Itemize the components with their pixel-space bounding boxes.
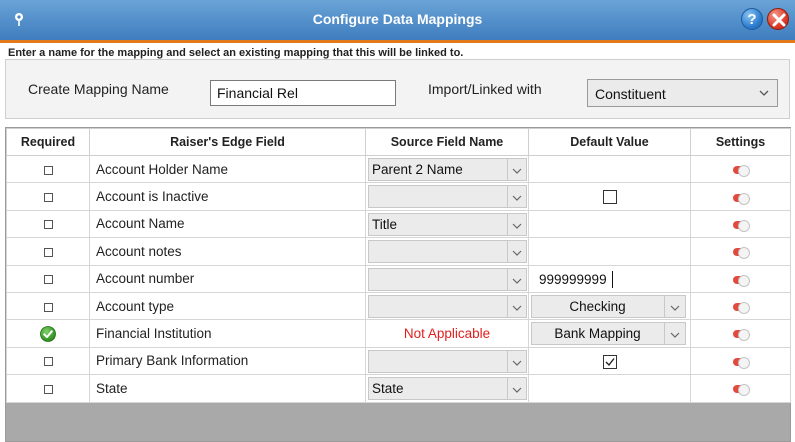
import-linked-label: Import/Linked with bbox=[428, 81, 542, 97]
table-row: Account Holder Name Parent 2 Name bbox=[6, 154, 791, 184]
required-checkbox[interactable] bbox=[43, 220, 53, 230]
settings-toggle-icon[interactable] bbox=[732, 356, 750, 369]
import-linked-select[interactable]: Constituent bbox=[587, 79, 778, 107]
chevron-down-icon bbox=[512, 305, 522, 311]
chevron-down-icon bbox=[670, 332, 680, 339]
header-row: Required Raiser's Edge Field Source Fiel… bbox=[6, 128, 791, 156]
table-row: Account is Inactive bbox=[6, 182, 791, 211]
required-checkbox[interactable] bbox=[43, 357, 53, 367]
col-header-source-field[interactable]: Source Field Name bbox=[365, 128, 529, 156]
default-value-cell[interactable] bbox=[528, 237, 691, 266]
chevron-down-icon bbox=[512, 168, 522, 174]
default-value-text: 999999999 bbox=[539, 271, 607, 287]
settings-toggle-icon[interactable] bbox=[732, 384, 750, 397]
source-field-select[interactable] bbox=[368, 349, 527, 373]
import-linked-value: Constituent bbox=[595, 86, 666, 102]
required-checkbox[interactable] bbox=[43, 193, 53, 203]
settings-toggle-icon[interactable] bbox=[732, 165, 750, 178]
default-value-text: Bank Mapping bbox=[554, 326, 641, 342]
table-row: Account Name Title bbox=[6, 209, 791, 239]
not-applicable-text: Not Applicable bbox=[365, 319, 529, 348]
default-value-text: Checking bbox=[569, 298, 626, 314]
source-field-select[interactable] bbox=[368, 267, 527, 291]
default-value-checkbox[interactable] bbox=[602, 354, 617, 369]
default-value-select[interactable]: Bank Mapping bbox=[531, 322, 686, 346]
settings-toggle-icon[interactable] bbox=[732, 247, 750, 260]
re-field-name: Financial Institution bbox=[89, 319, 366, 348]
window-title: Configure Data Mappings bbox=[312, 11, 483, 27]
required-checkbox[interactable] bbox=[43, 247, 53, 257]
table-row: Primary Bank Information bbox=[6, 346, 791, 376]
chevron-down-icon bbox=[759, 90, 769, 96]
required-checkbox[interactable] bbox=[43, 302, 53, 312]
re-field-name: Account number bbox=[89, 264, 366, 293]
source-field-select[interactable] bbox=[368, 185, 527, 209]
checkmark-icon bbox=[605, 357, 615, 366]
accent-divider bbox=[0, 40, 795, 43]
table-row: State State bbox=[6, 374, 791, 403]
source-field-select[interactable]: State bbox=[368, 377, 527, 401]
mapping-name-label: Create Mapping Name bbox=[28, 81, 169, 97]
source-field-value: State bbox=[372, 381, 404, 397]
table-row: Financial Institution Not Applicable Ban… bbox=[6, 319, 791, 348]
text-caret bbox=[612, 270, 613, 288]
title-bar: Configure Data Mappings ? bbox=[0, 0, 795, 40]
col-header-required[interactable]: Required bbox=[6, 128, 90, 156]
source-field-select[interactable] bbox=[368, 240, 527, 264]
re-field-name: Account notes bbox=[89, 237, 366, 266]
chevron-down-icon bbox=[512, 195, 522, 202]
re-field-name: Account type bbox=[89, 291, 366, 321]
re-field-name: State bbox=[89, 374, 366, 403]
source-field-select[interactable]: Parent 2 Name bbox=[368, 158, 527, 181]
table-row: Account type Checking bbox=[6, 291, 791, 321]
chevron-down-icon bbox=[670, 305, 680, 311]
mapping-grid: Required Raiser's Edge Field Source Fiel… bbox=[5, 127, 791, 442]
source-field-select[interactable]: Title bbox=[368, 212, 527, 236]
source-field-select[interactable] bbox=[368, 294, 527, 318]
chevron-down-icon bbox=[512, 360, 522, 366]
col-header-default-value[interactable]: Default Value bbox=[528, 128, 691, 156]
default-value-cell[interactable] bbox=[528, 374, 691, 403]
chevron-down-icon bbox=[512, 387, 522, 393]
chevron-down-icon bbox=[512, 223, 522, 229]
re-field-name: Account Holder Name bbox=[89, 154, 366, 184]
required-check-icon bbox=[40, 325, 56, 342]
instructions-text: Enter a name for the mapping and select … bbox=[8, 47, 464, 59]
close-icon bbox=[772, 13, 786, 27]
re-field-name: Account Name bbox=[89, 209, 366, 239]
chevron-down-icon bbox=[512, 250, 522, 257]
col-header-settings[interactable]: Settings bbox=[690, 128, 791, 156]
required-checkbox[interactable] bbox=[43, 165, 53, 175]
mapping-table: Required Raiser's Edge Field Source Fiel… bbox=[6, 128, 791, 403]
required-checkbox[interactable] bbox=[43, 275, 53, 285]
default-value-checkbox[interactable] bbox=[602, 190, 617, 205]
settings-toggle-icon[interactable] bbox=[732, 274, 750, 287]
col-header-re-field[interactable]: Raiser's Edge Field bbox=[89, 128, 366, 156]
help-button[interactable]: ? bbox=[741, 8, 763, 30]
chevron-down-icon bbox=[512, 278, 522, 284]
settings-toggle-icon[interactable] bbox=[732, 329, 750, 342]
settings-toggle-icon[interactable] bbox=[732, 302, 750, 315]
default-value-cell[interactable] bbox=[528, 209, 691, 239]
settings-toggle-icon[interactable] bbox=[732, 192, 750, 205]
table-row: Account notes bbox=[6, 237, 791, 266]
source-field-value: Parent 2 Name bbox=[372, 162, 463, 177]
mapping-name-input[interactable] bbox=[210, 80, 396, 106]
required-checkbox[interactable] bbox=[43, 384, 53, 394]
settings-toggle-icon[interactable] bbox=[732, 219, 750, 232]
default-value-select[interactable]: Checking bbox=[531, 294, 686, 318]
default-value-cell[interactable] bbox=[528, 154, 691, 184]
close-button[interactable] bbox=[767, 8, 789, 30]
default-value-input[interactable]: 999999999 bbox=[528, 264, 691, 293]
re-field-name: Primary Bank Information bbox=[89, 346, 366, 376]
source-field-value: Title bbox=[372, 216, 398, 232]
table-row: Account number 999999999 bbox=[6, 264, 791, 293]
re-field-name: Account is Inactive bbox=[89, 182, 366, 211]
